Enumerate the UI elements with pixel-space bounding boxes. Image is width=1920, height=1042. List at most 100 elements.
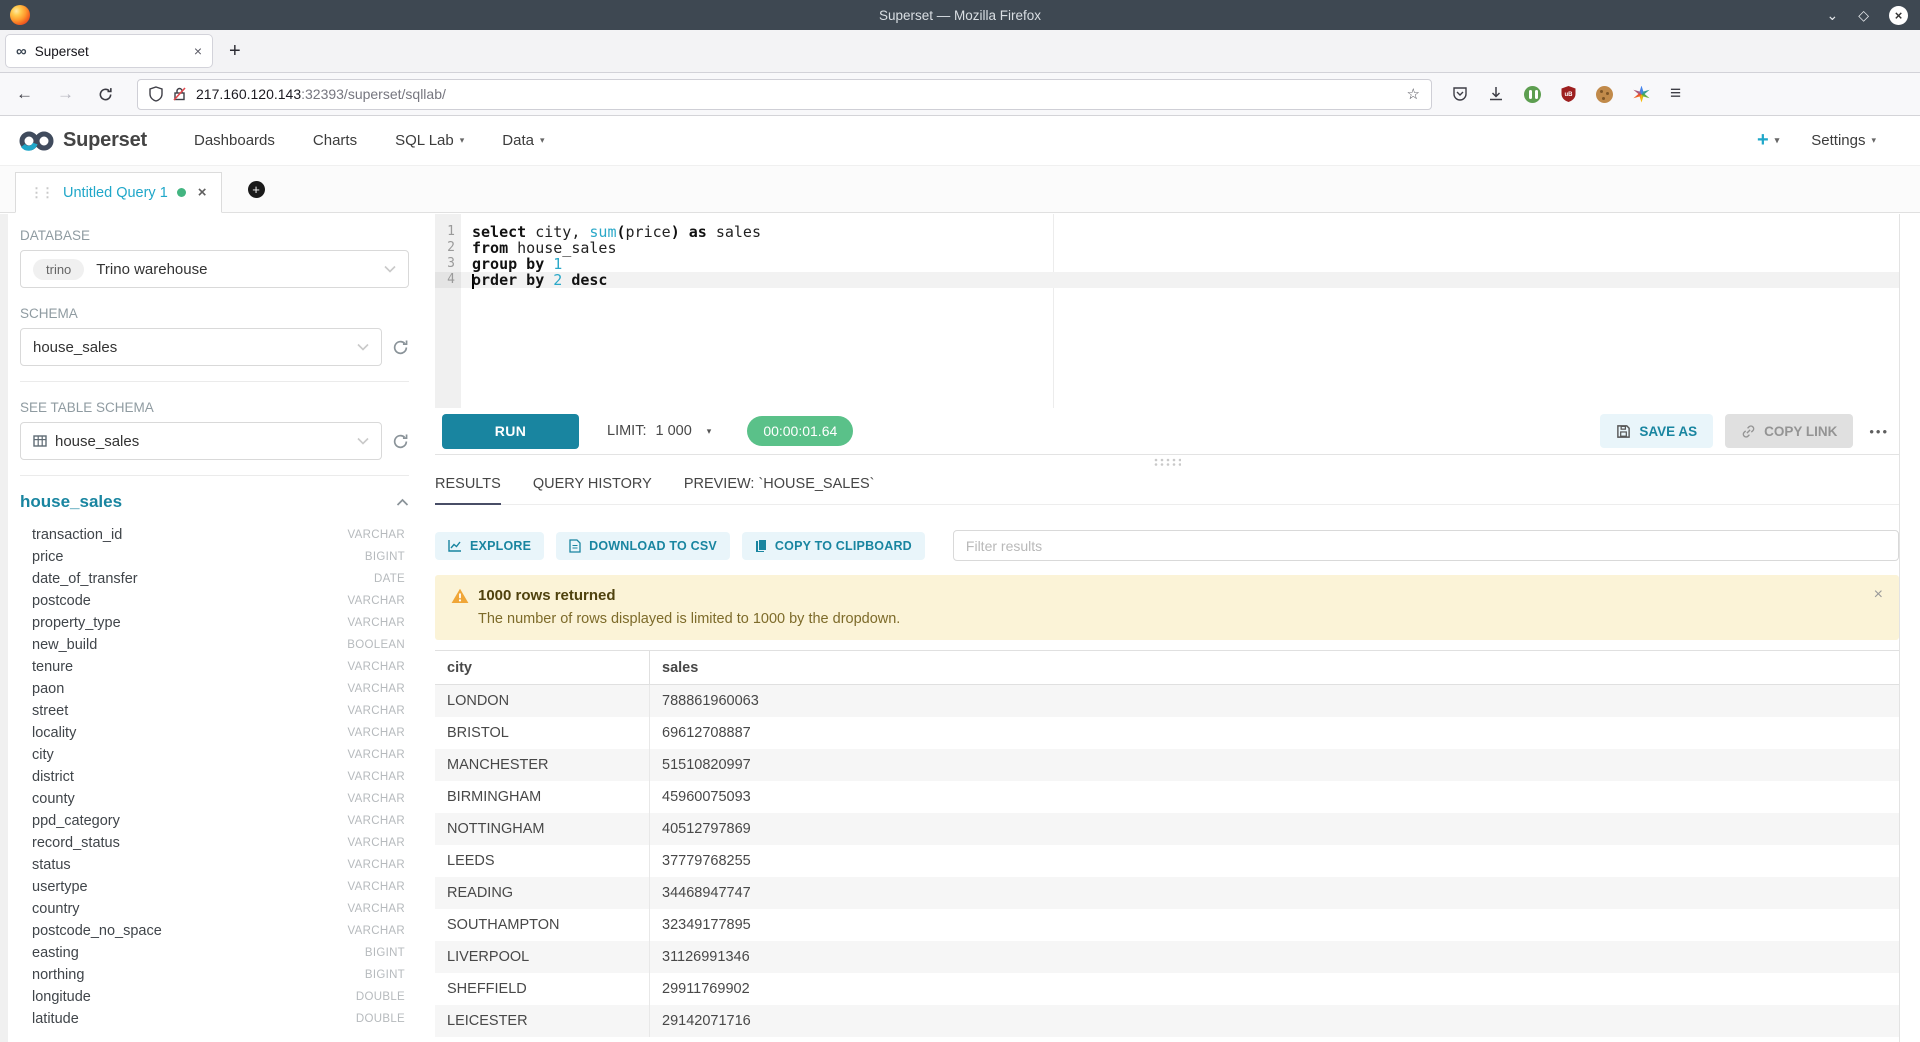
cell-city: SOUTHAMPTON xyxy=(435,917,649,933)
sidebar-scrollbar[interactable] xyxy=(0,214,8,1042)
table-row: LEICESTER29142071716 xyxy=(435,1005,1899,1037)
more-actions-button[interactable]: ••• xyxy=(1869,424,1889,439)
database-select[interactable]: trino Trino warehouse xyxy=(20,250,409,288)
url-bar[interactable]: 217.160.120.143:32393/superset/sqllab/ ☆ xyxy=(137,79,1432,110)
download-icon[interactable] xyxy=(1488,86,1504,102)
tab-query-history[interactable]: QUERY HISTORY xyxy=(533,476,652,504)
schema-column-row[interactable]: usertype VARCHAR xyxy=(20,876,409,898)
schema-column-row[interactable]: record_status VARCHAR xyxy=(20,832,409,854)
add-query-tab-button[interactable]: + xyxy=(248,181,265,198)
sql-line[interactable]: from house_sales xyxy=(461,240,1899,256)
schema-column-row[interactable]: new_build BOOLEAN xyxy=(20,634,409,656)
schema-column-row[interactable]: country VARCHAR xyxy=(20,898,409,920)
column-type: VARCHAR xyxy=(348,683,405,695)
schema-column-row[interactable]: tenure VARCHAR xyxy=(20,656,409,678)
schema-column-row[interactable]: longitude DOUBLE xyxy=(20,986,409,1008)
schema-column-row[interactable]: transaction_id VARCHAR xyxy=(20,524,409,546)
editor-code[interactable]: select city, sum(price) as salesfrom hou… xyxy=(461,214,1899,408)
browser-tab[interactable]: ∞ Superset × xyxy=(5,34,213,68)
query-tab-close-icon[interactable]: × xyxy=(198,184,207,201)
schema-column-row[interactable]: latitude DOUBLE xyxy=(20,1008,409,1030)
schema-column-row[interactable]: county VARCHAR xyxy=(20,788,409,810)
window-minimize-button[interactable]: ⌄ xyxy=(1826,8,1838,22)
column-header-sales[interactable]: sales xyxy=(649,651,1899,684)
browser-tab-close-icon[interactable]: × xyxy=(194,43,202,59)
hamburger-menu-icon[interactable]: ≡ xyxy=(1670,83,1681,105)
navbar-item[interactable]: SQL Lab ▾ xyxy=(376,132,483,149)
schema-column-row[interactable]: ppd_category VARCHAR xyxy=(20,810,409,832)
schema-column-row[interactable]: northing BIGINT xyxy=(20,964,409,986)
privacy-badger-icon[interactable] xyxy=(1524,86,1541,103)
schema-column-row[interactable]: locality VARCHAR xyxy=(20,722,409,744)
copy-clipboard-button[interactable]: COPY TO CLIPBOARD xyxy=(742,532,925,560)
navbar-item[interactable]: Dashboards xyxy=(175,132,294,149)
sidebar: DATABASE trino Trino warehouse SCHEMA ho… xyxy=(8,214,425,1042)
schema-column-row[interactable]: easting BIGINT xyxy=(20,942,409,964)
back-button[interactable]: ← xyxy=(16,84,33,104)
cell-sales: 51510820997 xyxy=(649,749,1899,781)
collapse-table-icon[interactable] xyxy=(396,498,409,507)
navbar-item[interactable]: Charts xyxy=(294,132,376,149)
column-header-city[interactable]: city xyxy=(435,660,649,676)
reload-button[interactable] xyxy=(98,87,113,102)
schema-column-row[interactable]: paon VARCHAR xyxy=(20,678,409,700)
cookie-extension-icon[interactable] xyxy=(1596,86,1613,103)
column-name: property_type xyxy=(32,615,121,631)
refresh-tables-icon[interactable] xyxy=(392,433,409,450)
ublock-icon[interactable]: uB xyxy=(1561,86,1576,102)
run-button[interactable]: RUN xyxy=(442,414,579,449)
download-csv-button[interactable]: DOWNLOAD TO CSV xyxy=(556,532,730,560)
lock-slash-icon[interactable] xyxy=(172,86,187,102)
brand-name[interactable]: Superset xyxy=(63,129,147,152)
limit-dropdown[interactable]: LIMIT: 1 000 ▾ xyxy=(607,423,711,439)
cell-city: READING xyxy=(435,885,649,901)
results-actions: EXPLORE DOWNLOAD TO CSV COPY TO CLIPBOAR… xyxy=(435,530,1899,561)
drag-grip-icon[interactable]: ⋮⋮ xyxy=(30,185,52,201)
schema-select[interactable]: house_sales xyxy=(20,328,382,366)
pane-resize-handle[interactable] xyxy=(435,455,1899,468)
schema-column-row[interactable]: property_type VARCHAR xyxy=(20,612,409,634)
save-as-button[interactable]: SAVE AS xyxy=(1600,414,1713,448)
tab-preview-table[interactable]: PREVIEW: `HOUSE_SALES` xyxy=(684,476,875,504)
alert-close-icon[interactable]: × xyxy=(1874,586,1883,604)
schema-column-row[interactable]: postcode VARCHAR xyxy=(20,590,409,612)
firefox-icon xyxy=(10,5,30,25)
forward-button[interactable]: → xyxy=(57,84,74,104)
sql-editor[interactable]: 1234 select city, sum(price) as salesfro… xyxy=(435,214,1899,408)
sql-line[interactable]: order by 2 desc xyxy=(461,272,1899,288)
shield-icon[interactable] xyxy=(149,86,163,102)
schema-column-row[interactable]: street VARCHAR xyxy=(20,700,409,722)
filter-results-input[interactable] xyxy=(953,530,1899,561)
sql-line[interactable]: select city, sum(price) as sales xyxy=(461,224,1899,240)
schema-column-row[interactable]: status VARCHAR xyxy=(20,854,409,876)
navbar-items: Dashboards Charts SQL Lab ▾ Data ▾ xyxy=(175,132,563,149)
bookmark-star-icon[interactable]: ☆ xyxy=(1407,85,1420,103)
multicolor-asterisk-extension-icon[interactable] xyxy=(1633,86,1650,103)
results-table: city sales LONDON788861960063BRISTOL6961… xyxy=(435,650,1899,1037)
tab-results[interactable]: RESULTS xyxy=(435,476,501,505)
navbar-item-label: Dashboards xyxy=(194,132,275,149)
new-item-menu[interactable]: + ▾ xyxy=(1757,129,1779,152)
new-tab-button[interactable]: + xyxy=(229,40,241,63)
schema-column-row[interactable]: district VARCHAR xyxy=(20,766,409,788)
copy-link-button[interactable]: COPY LINK xyxy=(1725,414,1853,448)
window-close-button[interactable]: × xyxy=(1889,6,1908,25)
editor-gutter: 1234 xyxy=(435,214,461,408)
download-csv-label: DOWNLOAD TO CSV xyxy=(589,539,717,553)
schema-column-row[interactable]: date_of_transfer DATE xyxy=(20,568,409,590)
column-name: county xyxy=(32,791,75,807)
navbar-item[interactable]: Data ▾ xyxy=(483,132,563,149)
pocket-icon[interactable] xyxy=(1452,86,1468,102)
refresh-schemas-icon[interactable] xyxy=(392,339,409,356)
settings-menu[interactable]: Settings ▾ xyxy=(1811,132,1876,149)
results-table-header: city sales xyxy=(435,651,1899,685)
schema-column-row[interactable]: postcode_no_space VARCHAR xyxy=(20,920,409,942)
explore-button[interactable]: EXPLORE xyxy=(435,532,544,560)
schema-column-row[interactable]: city VARCHAR xyxy=(20,744,409,766)
table-name-heading[interactable]: house_sales xyxy=(20,492,122,512)
schema-column-row[interactable]: price BIGINT xyxy=(20,546,409,568)
window-maximize-button[interactable]: ◇ xyxy=(1858,8,1869,22)
query-tab[interactable]: ⋮⋮ Untitled Query 1 × xyxy=(15,172,222,213)
sql-line[interactable]: group by 1 xyxy=(461,256,1899,272)
table-select[interactable]: house_sales xyxy=(20,422,382,460)
